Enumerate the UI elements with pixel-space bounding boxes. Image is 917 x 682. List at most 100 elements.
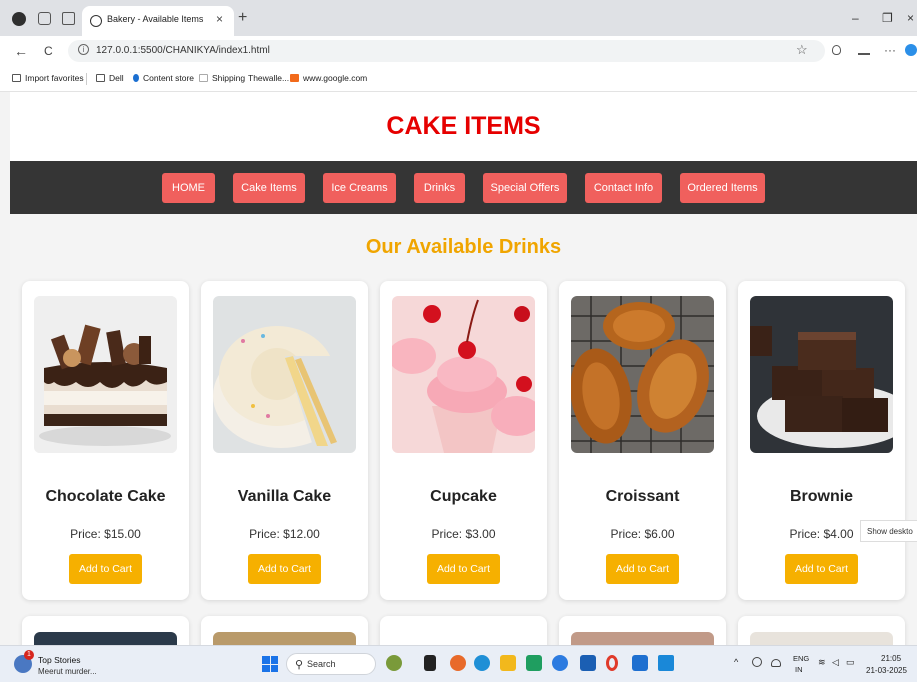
croissant-image [571,296,714,453]
app-icon[interactable] [632,655,648,671]
language-indicator[interactable]: ENG [793,654,809,663]
favorite-star-icon[interactable]: ☆ [796,42,808,58]
import-icon [12,74,21,82]
store-icon[interactable] [580,655,596,671]
wifi-icon[interactable]: ≋ [818,657,826,668]
tab-title: Bakery - Available Items [107,14,204,24]
add-to-cart-button[interactable]: Add to Cart [427,554,500,584]
show-desktop-tooltip: Show deskto [860,520,917,542]
nav-home[interactable]: HOME [162,173,215,203]
product-card-cupcake: Cupcake Price: $3.00 Add to Cart [380,281,547,600]
bookmark-label: Dell [109,73,124,83]
nav-ordered-items[interactable]: Ordered Items [680,173,765,203]
product-price: Price: $12.00 [249,527,320,541]
product-card-vanilla-cake: Vanilla Cake Price: $12.00 Add to Cart [201,281,368,600]
edge-browser-icon[interactable] [474,655,490,671]
battery-icon[interactable]: ▭ [846,657,855,668]
chrome-icon[interactable] [552,655,568,671]
product-name: Vanilla Cake [237,488,332,505]
browser-tab-bar: Bakery - Available Items × + – ❐ × [0,0,917,36]
clock-date[interactable]: 21-03-2025 [866,666,907,675]
bookmark-content-store[interactable]: Content store [133,73,194,83]
add-to-cart-button[interactable]: Add to Cart [69,554,142,584]
product-image [571,632,714,645]
notification-badge: 1 [24,650,34,660]
product-price: Price: $15.00 [70,527,141,541]
product-name: Croissant [605,488,680,505]
browser-tab[interactable]: Bakery - Available Items × [82,6,234,36]
bookmark-shipping[interactable]: Shipping [199,73,245,83]
address-bar-row: ← C i 127.0.0.1:5500/CHANIKYA/index1.htm… [0,36,917,66]
tab-actions-icon[interactable] [62,12,75,25]
tab-close-icon[interactable]: × [216,12,223,26]
bookmarks-bar: Import favorites Dell Content store Ship… [0,66,917,92]
app-icon[interactable] [450,655,466,671]
windows-start-icon[interactable] [262,656,278,672]
url-text[interactable]: 127.0.0.1:5500/CHANIKYA/index1.html [96,45,270,56]
reload-button[interactable]: C [44,44,53,58]
product-card-partial [22,616,189,645]
clock-time[interactable]: 21:05 [881,654,901,663]
task-view-icon[interactable] [424,655,436,671]
favorites-icon[interactable] [858,45,870,55]
product-image [34,632,177,645]
add-to-cart-button[interactable]: Add to Cart [785,554,858,584]
nav-cake-items[interactable]: Cake Items [233,173,305,203]
nav-drinks[interactable]: Drinks [414,173,465,203]
opera-icon[interactable] [606,655,618,671]
copilot-icon[interactable] [832,45,841,55]
restore-button[interactable]: ❐ [882,11,893,25]
new-tab-button[interactable]: + [238,9,247,27]
news-title[interactable]: Top Stories [38,655,81,665]
tray-app-icon[interactable] [752,657,762,667]
cupcake-image [392,296,535,453]
region-indicator[interactable]: IN [795,665,803,674]
nav-ice-creams[interactable]: Ice Creams [323,173,396,203]
url-bar[interactable]: i 127.0.0.1:5500/CHANIKYA/index1.html ☆ [68,40,825,62]
bookmark-google[interactable]: www.google.com [290,73,367,83]
folder-icon [96,74,105,82]
bookmark-import[interactable]: Import favorites [12,73,84,83]
section-title: Our Available Drinks [365,236,562,258]
more-icon[interactable]: ··· [884,43,896,57]
globe-icon [90,15,102,27]
bookmark-label: www.google.com [303,73,368,83]
volume-icon[interactable]: ◁ [832,657,839,668]
site-icon [290,74,299,82]
brownie-image [750,296,893,453]
bookmark-thewalle[interactable]: Thewalle... [248,73,289,83]
workspaces-icon[interactable] [38,12,51,25]
product-card-partial [738,616,905,645]
nav-contact-info[interactable]: Contact Info [585,173,662,203]
widget-app-icon[interactable] [386,655,402,671]
search-label: Search [307,659,336,669]
product-card-partial [380,616,547,645]
close-window-button[interactable]: × [907,11,914,25]
bookmark-label: Shipping [212,73,246,83]
windows-taskbar: 1 Top Stories Meerut murder... ⚲ Search … [0,645,917,682]
file-explorer-icon[interactable] [500,655,516,671]
product-card-partial [201,616,368,645]
taskbar-search[interactable]: ⚲ Search [286,653,376,675]
onedrive-icon[interactable] [771,659,781,667]
vanilla-cake-image [213,296,356,453]
info-icon[interactable]: i [78,44,89,55]
product-price: Price: $6.00 [610,527,675,541]
bookmark-dell[interactable]: Dell [96,73,124,83]
edge-icon[interactable] [905,44,917,56]
app-icon[interactable] [526,655,542,671]
minimize-button[interactable]: – [852,11,859,25]
site-header: CAKE ITEMS [10,92,917,161]
bookmark-label: Thewalle... [248,73,290,83]
store-icon [133,74,139,82]
back-button[interactable]: ← [14,43,28,59]
add-to-cart-button[interactable]: Add to Cart [606,554,679,584]
add-to-cart-button[interactable]: Add to Cart [248,554,321,584]
product-name: Cupcake [430,488,497,505]
news-subtitle[interactable]: Meerut murder... [38,667,97,676]
profile-icon[interactable] [12,12,26,26]
nav-special-offers[interactable]: Special Offers [483,173,567,203]
tray-expand-icon[interactable]: ^ [734,657,738,667]
search-icon: ⚲ [295,659,304,671]
vscode-icon[interactable] [658,655,674,671]
